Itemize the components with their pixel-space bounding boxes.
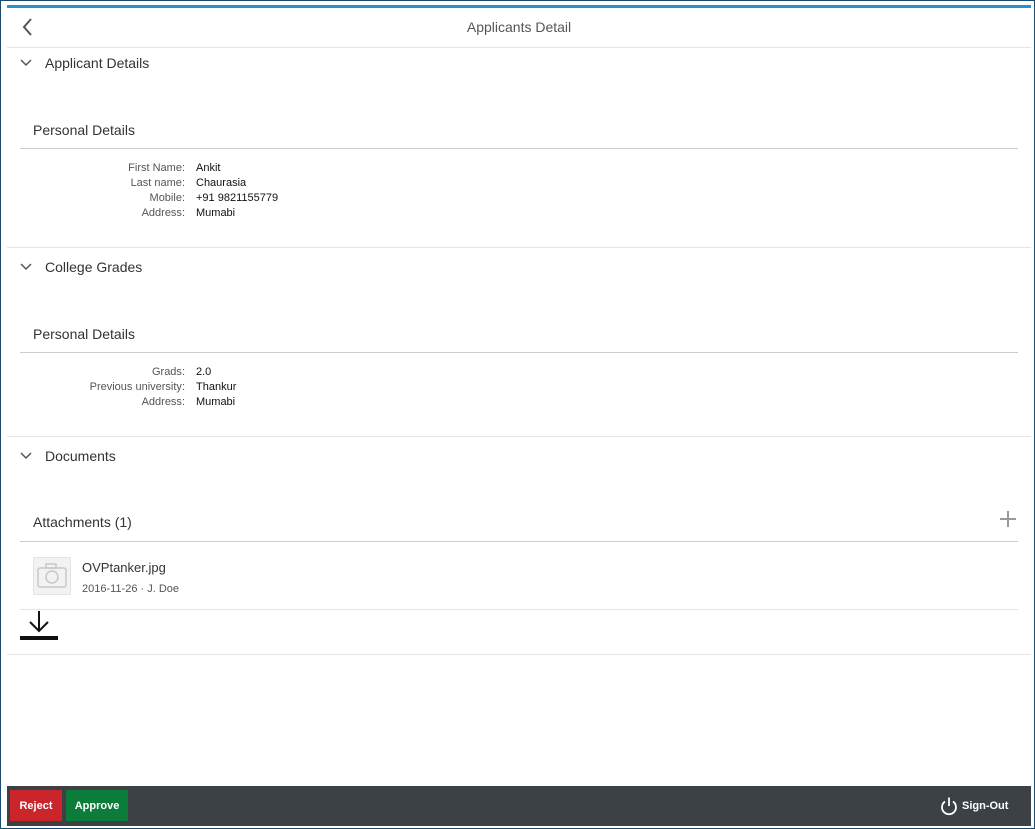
form-label: Mobile [150, 192, 185, 204]
group-divider [20, 541, 1018, 542]
section-documents: Documents Attachments (1) OVPtanker.jpg … [7, 437, 1031, 655]
chevron-down-icon [20, 59, 32, 67]
sign-out-label: Sign-Out [962, 800, 1009, 812]
form-value: Mumabi [196, 396, 236, 408]
form-value: Chaurasia [196, 177, 247, 189]
form-row-address: Address Mumabi [7, 396, 507, 411]
form-label: Previous university [90, 381, 185, 393]
form-row-grads: Grads 2.0 [7, 366, 507, 381]
section-header-college-grades[interactable]: College Grades [7, 248, 1031, 284]
sign-out-button[interactable]: Sign-Out [939, 796, 1019, 816]
form-value: Thankur [196, 381, 237, 393]
section-college-grades: College Grades Personal Details Grads 2.… [7, 248, 1031, 437]
form-value: Ankit [196, 162, 221, 174]
form-label: Last name [131, 177, 185, 189]
form-label: Address [142, 207, 185, 219]
form-value: +91 9821155779 [196, 192, 279, 204]
chevron-down-icon [20, 263, 32, 271]
attachment-item[interactable]: OVPtanker.jpg 2016-11-26 · J. Doe [20, 543, 1018, 610]
section-header-documents[interactable]: Documents [7, 437, 1031, 473]
download-icon[interactable] [20, 609, 60, 643]
form-label: Grads [152, 366, 185, 378]
section-title: Applicant Details [45, 55, 150, 71]
group-divider [20, 352, 1018, 353]
camera-icon [37, 563, 67, 588]
form-row-previous-university: Previous university Thankur [7, 381, 507, 396]
form-row-last-name: Last name Chaurasia [7, 177, 507, 192]
group-title: Personal Details [33, 122, 135, 138]
power-icon [941, 797, 957, 816]
attachment-file-name[interactable]: OVPtanker.jpg [82, 560, 166, 575]
attachment-thumbnail [33, 557, 71, 595]
chevron-down-icon [20, 452, 32, 460]
approve-button[interactable]: Approve [66, 790, 128, 821]
attachments-title: Attachments (1) [33, 514, 132, 530]
section-title: Documents [45, 448, 116, 464]
reject-button[interactable]: Reject [10, 790, 62, 821]
form-label: Address [142, 396, 185, 408]
form-row-address: Address Mumabi [7, 207, 507, 222]
attachment-meta: 2016-11-26 · J. Doe [82, 583, 180, 595]
section-header-applicant-details[interactable]: Applicant Details [7, 44, 1031, 80]
group-title: Personal Details [33, 326, 135, 342]
page-title: Applicants Detail [466, 19, 572, 35]
section-title: College Grades [45, 259, 143, 275]
section-applicant-details: Applicant Details Personal Details First… [7, 44, 1031, 248]
form-row-mobile: Mobile +91 9821155779 [7, 192, 507, 207]
form-value: 2.0 [196, 366, 212, 378]
footer-toolbar: Reject Approve Sign-Out [7, 786, 1031, 826]
form-label: First Name [128, 162, 185, 174]
app-window: Applicants Detail Applicant Details Pers… [0, 0, 1035, 829]
header-bar: Applicants Detail [7, 5, 1031, 48]
group-divider [20, 148, 1018, 149]
add-icon[interactable] [998, 509, 1018, 529]
form-value: Mumabi [196, 207, 236, 219]
form-row-first-name: First Name Ankit [7, 162, 507, 177]
